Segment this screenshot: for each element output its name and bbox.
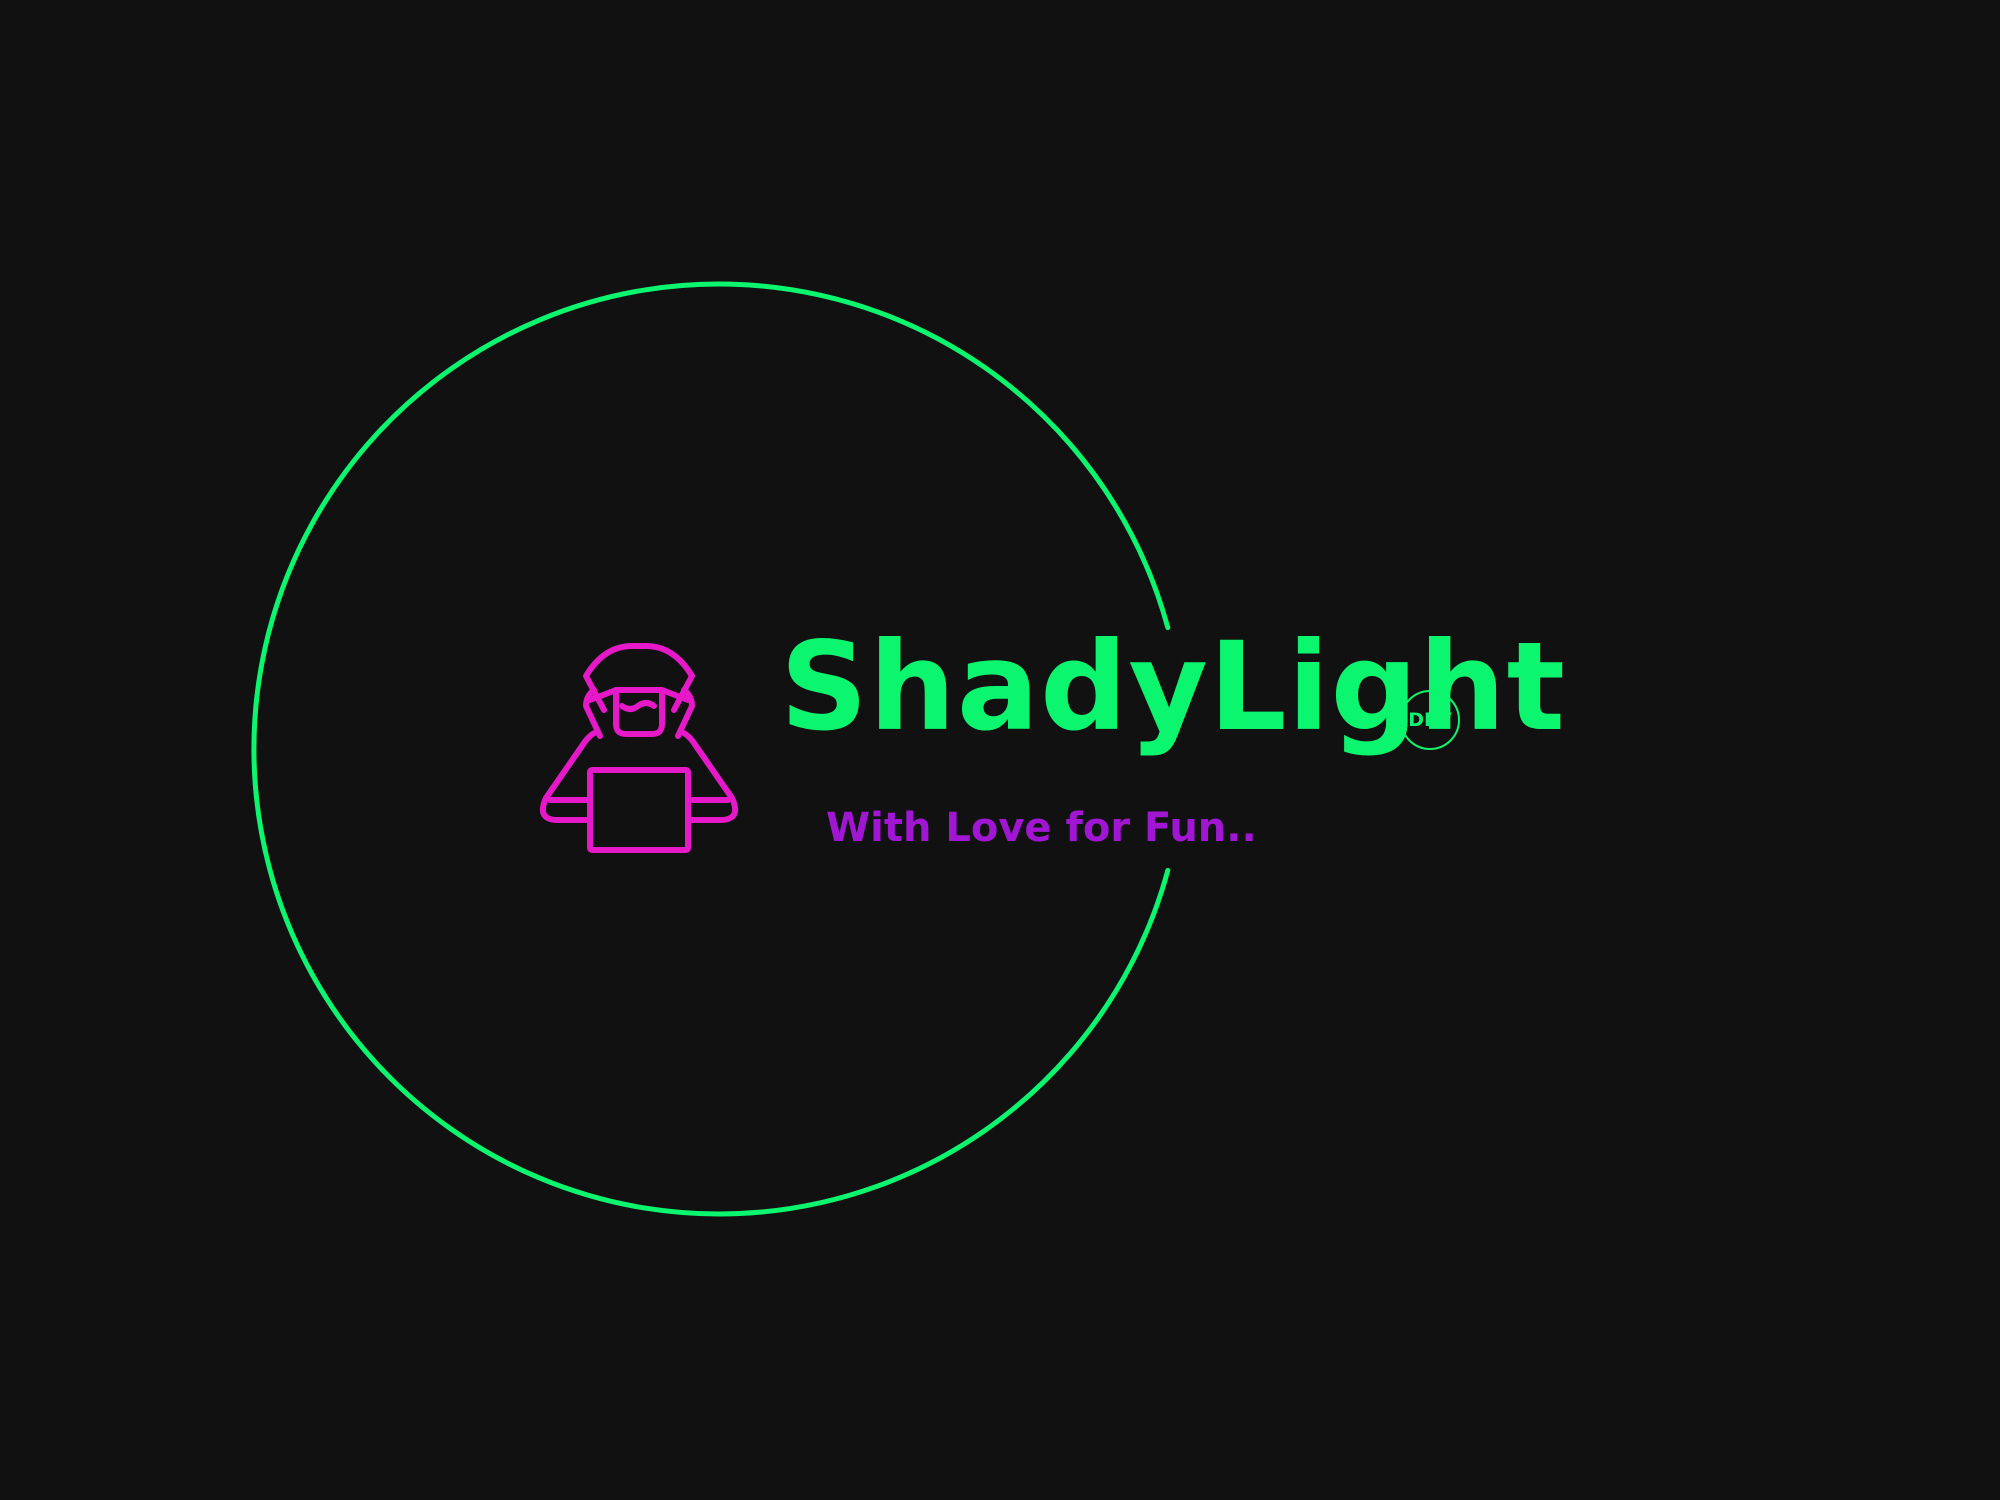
tagline: With Love for Fun.. (826, 805, 1257, 851)
hooded-hacker-laptop-icon (540, 643, 738, 853)
dev-badge: DEV (1400, 690, 1460, 750)
logo-canvas: ShadyLight DEV With Love for Fun.. (0, 0, 2000, 1500)
